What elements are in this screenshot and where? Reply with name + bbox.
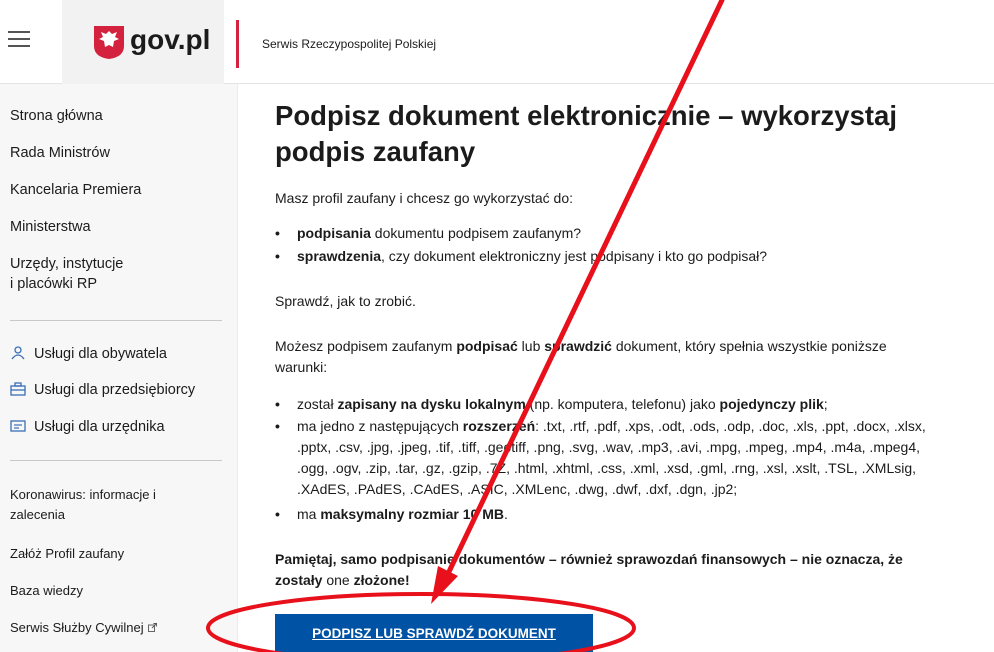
sidebar-item-urzedy-line1: Urzędy, instytucje (10, 256, 124, 272)
remember-note-c: złożone! (353, 572, 410, 588)
conditions-text-line2: warunki: (275, 359, 328, 375)
external-link-icon (147, 623, 157, 632)
list-item: ma jedno z następujących rozszerzeń: .tx… (275, 416, 975, 500)
list-item-bold: sprawdzenia (297, 248, 382, 264)
sidebar-item-strona-glowna[interactable]: Strona główna (10, 106, 103, 126)
sidebar-item-baza-wiedzy[interactable]: Baza wiedzy (10, 581, 83, 601)
polish-eagle-emblem-icon (94, 26, 124, 59)
sidebar-item-uslugi-obywatela[interactable]: Usługi dla obywatela (10, 344, 167, 364)
conditions-text-e: dokument, który spełnia wszystkie poniżs… (611, 338, 887, 354)
header-divider (236, 20, 239, 68)
list-item-bold: maksymalny rozmiar 10 MB (320, 506, 504, 522)
conditions-text-a: Możesz podpisem zaufanym (275, 338, 457, 354)
page-title: Podpisz dokument elektronicznie – wykorz… (275, 98, 987, 170)
list-item: ma maksymalny rozmiar 10 MB. (275, 504, 975, 525)
sidebar-item-ministerstwa[interactable]: Ministerstwa (10, 217, 91, 237)
remember-note-line1: Pamiętaj, samo podpisanie dokumentów – r… (275, 551, 903, 567)
site-header: gov.pl Serwis Rzeczypospolitej Polskiej (0, 0, 994, 84)
check-text: Sprawdź, jak to zrobić. (275, 293, 416, 309)
conditions-text: Możesz podpisem zaufanym podpisać lub sp… (275, 336, 975, 378)
header-subtitle: Serwis Rzeczypospolitej Polskiej (262, 37, 437, 51)
sidebar-item-kancelaria-premiera[interactable]: Kancelaria Premiera (10, 180, 141, 200)
hamburger-menu-icon[interactable] (8, 26, 36, 56)
list-item: został zapisany na dysku lokalnym (np. k… (275, 394, 975, 415)
conditions-text-c: lub (517, 338, 545, 354)
sidebar-item-rada-ministrow[interactable]: Rada Ministrów (10, 143, 110, 163)
conditions-text-d: sprawdzić (544, 338, 612, 354)
list-item-bold: zapisany na dysku lokalnym (337, 396, 526, 412)
sidebar-item-profil-zaufany[interactable]: Załóż Profil zaufany (10, 544, 124, 564)
sidebar-item-sluzba-cywilna-label: Serwis Służby Cywilnej (10, 620, 144, 635)
list-item-text: , czy dokument elektroniczny jest podpis… (381, 248, 768, 264)
list-item-text: dokumentu podpisem zaufanym? (370, 225, 582, 241)
intro-text: Masz profil zaufany i chcesz go wykorzys… (275, 190, 574, 206)
list-item-text: ; (823, 396, 828, 412)
list-item-text: .ogg, .ogv, .zip, .tar, .gz, .gzip, .7Z,… (297, 460, 917, 476)
sidebar-item-uslugi-obywatela-label: Usługi dla obywatela (34, 346, 167, 362)
list-item: sprawdzenia, czy dokument elektroniczny … (275, 246, 975, 267)
logo-text: gov.pl (130, 24, 211, 55)
sidebar-separator (10, 460, 222, 461)
list-item-bold: podpisania (297, 225, 371, 241)
list-item: podpisania dokumentu podpisem zaufanym? (275, 223, 975, 244)
list-item-text: (np. komputera, telefonu) jako (525, 396, 720, 412)
briefcase-icon (10, 382, 26, 396)
page-title-line1: Podpisz dokument elektronicznie – wykorz… (275, 100, 897, 131)
id-card-icon (10, 420, 26, 432)
sidebar-item-uslugi-urzednika[interactable]: Usługi dla urzędnika (10, 417, 165, 437)
sidebar-item-koronawirus-line2: zalecenia (10, 507, 65, 522)
list-item-text: został (297, 396, 338, 412)
list-item-bold: rozszerzeń (462, 418, 536, 434)
person-icon (11, 346, 25, 360)
sidebar-item-koronawirus-line1: Koronawirus: informacje i (10, 487, 156, 502)
sidebar-item-uslugi-przedsiebiorcy-label: Usługi dla przedsiębiorcy (34, 382, 196, 398)
sidebar-item-koronawirus[interactable]: Koronawirus: informacje i zalecenia (10, 485, 156, 525)
sidebar-item-uslugi-urzednika-label: Usługi dla urzędnika (34, 419, 165, 435)
sidebar-separator (10, 320, 222, 321)
sidebar-nav: Strona główna Rada Ministrów Kancelaria … (0, 84, 238, 652)
sign-or-verify-document-button[interactable]: PODPISZ LUB SPRAWDŹ DOKUMENT (275, 614, 593, 652)
remember-note-b: one (322, 572, 354, 588)
remember-note: Pamiętaj, samo podpisanie dokumentów – r… (275, 549, 975, 591)
list-item-text: . (503, 506, 508, 522)
remember-note-a: zostały (275, 572, 323, 588)
sidebar-item-uslugi-przedsiebiorcy[interactable]: Usługi dla przedsiębiorcy (10, 380, 195, 400)
list-item-text: ma jedno z następujących (297, 418, 463, 434)
sidebar-item-urzedy[interactable]: Urzędy, instytucje i placówki RP (10, 254, 123, 294)
list-item-text: .pptx, .csv, .jpg, .jpeg, .tif, .tiff, .… (297, 439, 921, 455)
list-item-bold: pojedynczy plik (719, 396, 824, 412)
list-item-text: : .txt, .rtf, .pdf, .xps, .odt, .ods, .o… (535, 418, 926, 434)
sidebar-item-urzedy-line2: i placówki RP (10, 276, 98, 292)
gov-logo[interactable]: gov.pl (62, 0, 224, 84)
sidebar-item-sluzba-cywilna[interactable]: Serwis Służby Cywilnej (10, 618, 157, 638)
list-item-text: .XAdES, .PAdES, .CAdES, .ASIC, .XMLenc, … (297, 481, 738, 497)
page-title-line2: podpis zaufany (275, 136, 476, 167)
conditions-text-b: podpisać (456, 338, 518, 354)
list-item-text: ma (297, 506, 321, 522)
